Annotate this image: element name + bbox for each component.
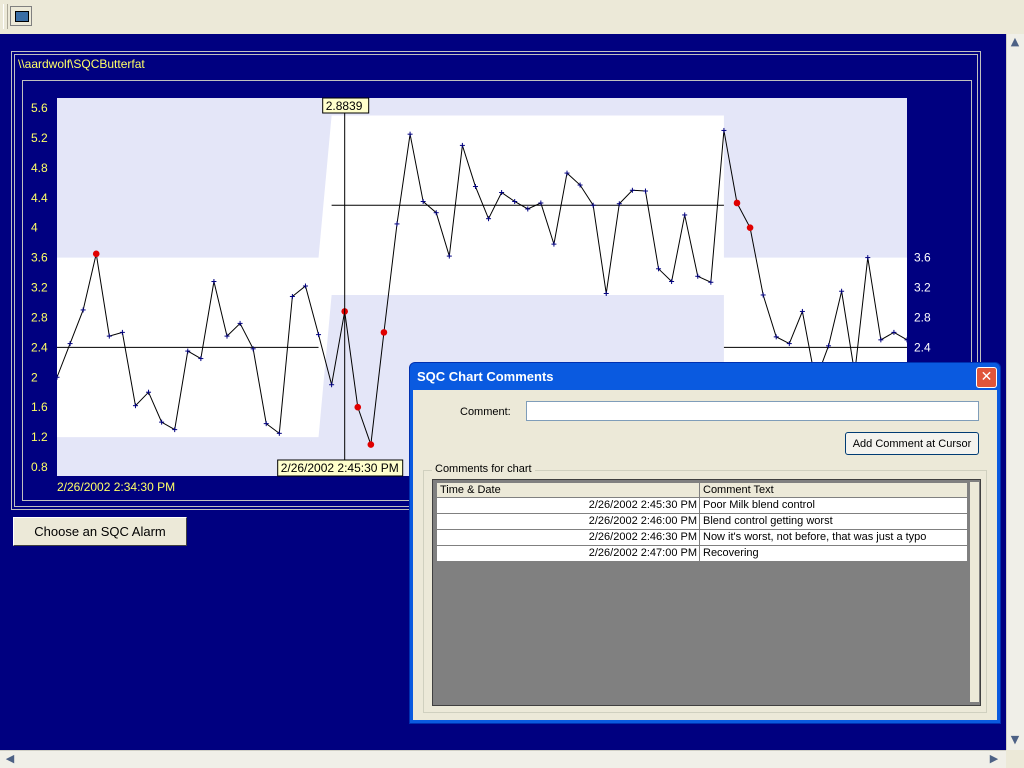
table-row[interactable]: 2/26/2002 2:46:00 PM Blend control getti…	[436, 514, 970, 530]
y-tick-label-right: 3.6	[914, 251, 931, 265]
y-tick-label: 4.8	[31, 161, 48, 175]
toolbar-grip[interactable]	[3, 4, 8, 29]
dialog-title: SQC Chart Comments	[417, 369, 554, 384]
y-tick-label: 5.2	[31, 131, 48, 145]
row-time[interactable]: 2/26/2002 2:45:30 PM	[436, 498, 700, 514]
row-time[interactable]: 2/26/2002 2:46:00 PM	[436, 514, 700, 530]
add-comment-button[interactable]: Add Comment at Cursor	[845, 432, 979, 455]
toolbar	[0, 0, 1024, 35]
close-icon[interactable]: ✕	[976, 367, 997, 388]
y-tick-label: 2.4	[31, 340, 48, 354]
row-text[interactable]: Poor Milk blend control	[700, 498, 968, 514]
table-row[interactable]: 2/26/2002 2:45:30 PM Poor Milk blend con…	[436, 498, 970, 514]
y-tick-label: 2.8	[31, 310, 48, 324]
column-header-text[interactable]: Comment Text	[700, 482, 968, 498]
alarm-point	[92, 250, 100, 258]
grid-header: Time & Date Comment Text	[436, 482, 970, 498]
y-tick-label: 1.2	[31, 430, 48, 444]
alarm-point	[746, 224, 754, 231]
comment-input[interactable]	[526, 401, 979, 421]
y-tick-label: 2	[31, 370, 38, 384]
choose-sqc-alarm-button[interactable]: Choose an SQC Alarm	[13, 517, 187, 546]
svg-text:2/26/2002 2:45:30 PM: 2/26/2002 2:45:30 PM	[281, 461, 399, 475]
table-row[interactable]: 2/26/2002 2:47:00 PM Recovering	[436, 546, 970, 562]
scrollbar-corner	[1006, 750, 1024, 768]
vertical-scrollbar[interactable]: ▲ ▼	[1006, 34, 1024, 750]
y-tick-label: 3.6	[31, 251, 48, 265]
cursor-time-label: 2/26/2002 2:45:30 PM	[277, 459, 404, 477]
column-header-time[interactable]: Time & Date	[436, 482, 700, 498]
row-time[interactable]: 2/26/2002 2:47:00 PM	[436, 546, 700, 562]
horizontal-scrollbar[interactable]: ◀ ▶	[0, 750, 1006, 768]
comments-group-label: Comments for chart	[432, 463, 535, 475]
y-tick-label: 0.8	[31, 460, 48, 474]
cursor-value-label: 2.8839	[322, 97, 370, 114]
y-tick-label-right: 2.4	[914, 340, 931, 354]
alarm-point	[367, 441, 375, 448]
svg-text:2.8839: 2.8839	[326, 99, 363, 113]
dialog-body: Comment: Add Comment at Cursor Comments …	[413, 390, 997, 720]
y-tick-label: 3.2	[31, 281, 48, 295]
scroll-down-icon[interactable]: ▼	[1007, 732, 1023, 748]
scroll-left-icon[interactable]: ◀	[2, 751, 18, 767]
grid-scrollbar[interactable]	[970, 482, 979, 702]
x-start-time: 2/26/2002 2:34:30 PM	[57, 480, 175, 494]
y-tick-label: 1.6	[31, 400, 48, 414]
row-text[interactable]: Now it's worst, not before, that was jus…	[700, 530, 968, 546]
row-text[interactable]: Recovering	[700, 546, 968, 562]
row-time[interactable]: 2/26/2002 2:46:30 PM	[436, 530, 700, 546]
alarm-point	[380, 329, 388, 336]
sqc-comments-dialog: SQC Chart Comments ✕ Comment: Add Commen…	[409, 362, 1001, 724]
monitor-icon[interactable]	[10, 6, 32, 26]
comments-grid[interactable]: Time & Date Comment Text 2/26/2002 2:45:…	[432, 479, 981, 706]
alarm-point	[354, 403, 362, 411]
y-tick-label: 4	[31, 221, 38, 235]
alarm-point	[733, 199, 741, 207]
row-text[interactable]: Blend control getting worst	[700, 514, 968, 530]
comment-label: Comment:	[460, 406, 511, 418]
scroll-right-icon[interactable]: ▶	[986, 751, 1002, 767]
table-row[interactable]: 2/26/2002 2:46:30 PM Now it's worst, not…	[436, 530, 970, 546]
y-tick-label-right: 3.2	[914, 281, 931, 295]
y-tick-label: 4.4	[31, 191, 48, 205]
y-tick-label: 5.6	[31, 101, 48, 115]
y-tick-label-right: 2.8	[914, 310, 931, 324]
scroll-up-icon[interactable]: ▲	[1007, 34, 1023, 50]
